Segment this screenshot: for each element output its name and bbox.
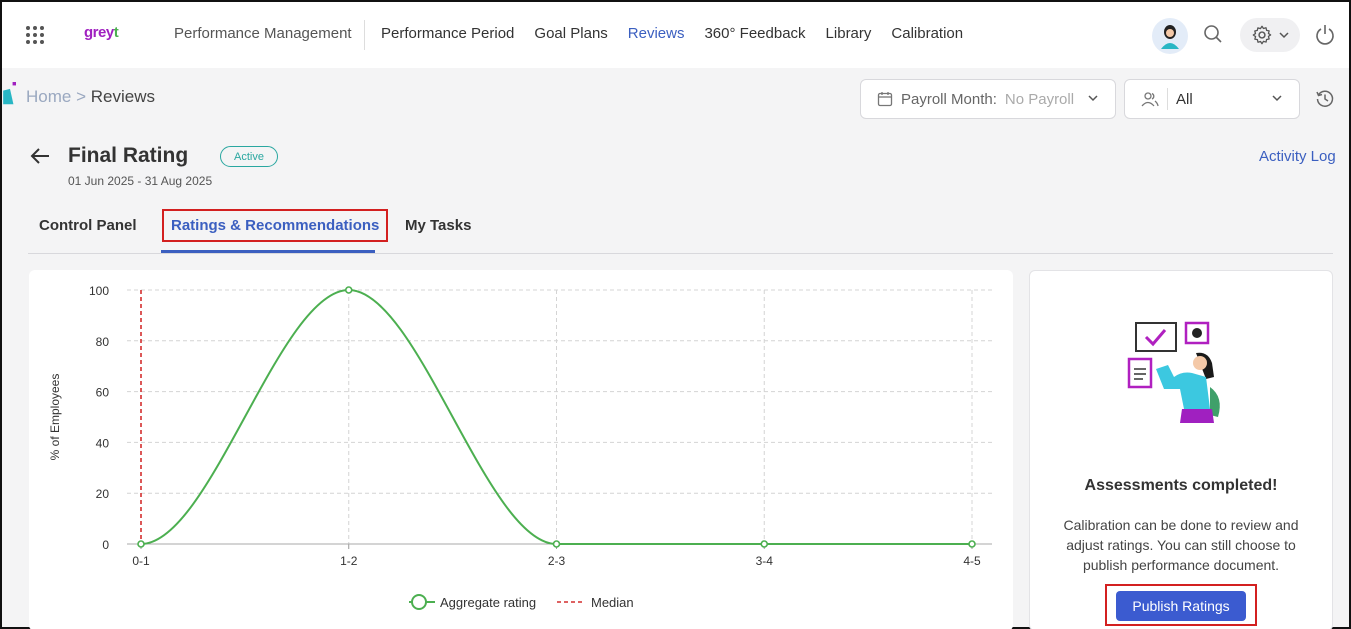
payroll-month-value: No Payroll	[1004, 90, 1075, 108]
logo[interactable]: greyt	[84, 24, 119, 41]
y-tick-label: 60	[96, 386, 110, 400]
y-tick-label: 20	[96, 487, 110, 501]
help-ribbon-icon[interactable]	[2, 82, 18, 106]
breadcrumb-separator: >	[76, 87, 87, 106]
nav-performance-period[interactable]: Performance Period	[381, 25, 514, 42]
calendar-icon	[877, 92, 893, 107]
nav-goal-plans[interactable]: Goal Plans	[534, 25, 607, 42]
y-tick-label: 80	[96, 335, 110, 349]
breadcrumb-current: Reviews	[90, 87, 156, 106]
tab-my-tasks[interactable]: My Tasks	[405, 217, 471, 234]
assessments-completed-title: Assessments completed!	[1084, 477, 1278, 494]
y-tick-label: 40	[96, 436, 110, 450]
tab-bar: Control Panel Ratings & Recommendations …	[28, 207, 1333, 254]
data-point	[552, 540, 561, 548]
x-tick-label: 0-1	[132, 554, 150, 568]
nav-reviews[interactable]: Reviews	[628, 25, 685, 42]
legend-marker-aggregate	[411, 594, 427, 610]
avatar[interactable]	[1152, 18, 1188, 54]
nav-calibration[interactable]: Calibration	[891, 25, 963, 42]
legend-label-median: Median	[591, 595, 634, 610]
breadcrumb: Home > Reviews	[26, 87, 155, 107]
power-icon[interactable]	[1315, 24, 1335, 46]
x-tick-label: 4-5	[963, 554, 981, 568]
legend-label-aggregate: Aggregate rating	[440, 595, 536, 610]
y-tick-label: 100	[89, 284, 109, 298]
chevron-down-icon	[1088, 95, 1098, 102]
assessment-illustration-icon	[1127, 321, 1220, 423]
main-nav: Performance Period Goal Plans Reviews 36…	[381, 25, 963, 42]
data-point	[137, 540, 145, 548]
tab-ratings-recommendations[interactable]: Ratings & Recommendations	[162, 209, 389, 242]
back-arrow-icon[interactable]	[30, 147, 50, 165]
status-badge: Active	[220, 146, 278, 167]
data-point	[968, 540, 976, 548]
chevron-down-icon	[1279, 32, 1289, 39]
nav-divider	[364, 20, 365, 50]
top-bar: greyt Performance Management Performance…	[2, 2, 1349, 68]
x-tick-label: 3-4	[756, 554, 774, 568]
nav-360-feedback[interactable]: 360° Feedback	[704, 25, 805, 42]
rating-distribution-chart: 0 20 40 60 80 100 0-1 1-2 2-3 3-4 4-5 % of Employee…	[48, 284, 992, 610]
publish-ratings-button[interactable]: Publish Ratings	[1116, 591, 1246, 621]
data-point	[760, 540, 769, 548]
y-tick-label: 0	[102, 538, 109, 552]
calibration-status-card: Assessments completed! Calibration can b…	[1029, 270, 1333, 629]
search-icon[interactable]	[1203, 24, 1223, 44]
chevron-down-icon	[1272, 95, 1282, 102]
settings-menu[interactable]	[1240, 18, 1300, 52]
app-grid-icon[interactable]	[26, 26, 44, 44]
x-tick-label: 2-3	[548, 554, 566, 568]
publish-ratings-highlight: Publish Ratings	[1105, 584, 1257, 626]
user-avatar-icon	[1161, 25, 1179, 49]
period-dates: 01 Jun 2025 - 31 Aug 2025	[68, 174, 213, 188]
breadcrumb-home[interactable]: Home	[26, 87, 71, 106]
active-tab-indicator	[161, 250, 375, 253]
y-axis-label: % of Employees	[48, 374, 62, 461]
employee-group-select[interactable]: All	[1124, 79, 1300, 119]
employee-group-value: All	[1176, 90, 1193, 108]
payroll-month-label: Payroll Month:	[901, 90, 997, 108]
gear-icon	[1252, 25, 1272, 45]
page-title: Final Rating	[68, 144, 189, 167]
nav-library[interactable]: Library	[826, 25, 872, 42]
select-divider	[1167, 88, 1168, 110]
calibration-description: Calibration can be done to review and ad…	[1063, 517, 1299, 573]
users-icon	[1141, 92, 1159, 107]
history-icon[interactable]	[1315, 89, 1335, 109]
x-tick-label: 1-2	[340, 554, 358, 568]
payroll-month-select[interactable]: Payroll Month: No Payroll	[860, 79, 1116, 119]
tab-control-panel[interactable]: Control Panel	[39, 217, 137, 234]
data-point	[344, 286, 353, 294]
activity-log-link[interactable]: Activity Log	[1259, 148, 1336, 165]
rating-distribution-card: 0 20 40 60 80 100 0-1 1-2 2-3 3-4 4-5 % of Employee…	[29, 270, 1013, 629]
module-title: Performance Management	[174, 25, 352, 42]
